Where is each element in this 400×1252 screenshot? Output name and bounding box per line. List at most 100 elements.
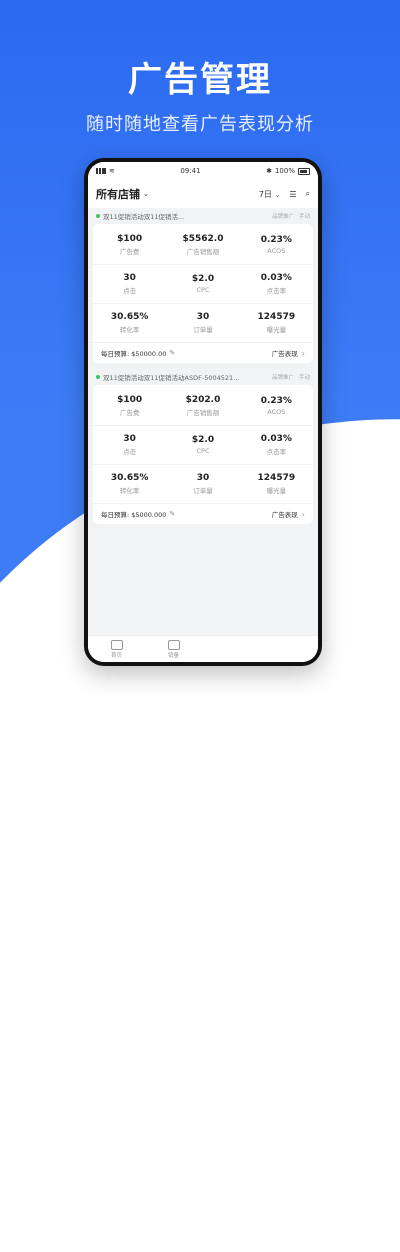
campaign-mode-tag: 手动 xyxy=(298,375,310,381)
metric-label: 广告费 xyxy=(119,248,140,256)
campaign-card[interactable]: $100 广告费 $5562.0 广告销售额 0.23% ACOS 30 点击 $2.0… xyxy=(93,224,313,363)
store-selector[interactable]: 所有店铺 ⌄ xyxy=(96,186,149,202)
metric-label: 点击率 xyxy=(266,287,287,295)
metric-label: 点击 xyxy=(123,287,137,295)
metric-value: $2.0 xyxy=(191,435,215,445)
promo-subtitle: 随时随地查看广告表现分析 xyxy=(86,114,314,135)
metric-label: CPC xyxy=(196,286,210,294)
metric-value: 30 xyxy=(123,273,136,283)
ad-performance-link[interactable]: 广告表现 › xyxy=(271,509,305,520)
metric-cell: $202.0 广告销售额 xyxy=(166,387,240,426)
metric-cell: $100 广告费 xyxy=(93,226,167,265)
tab-label: 首页 xyxy=(110,652,122,659)
status-bar: ≋ 09:41 ✱ 100% xyxy=(88,162,318,180)
campaign-type-tag: 品牌推广 xyxy=(271,214,294,220)
store-label: 所有店铺 xyxy=(96,188,140,201)
campaign-name: 双11促销活动双11促销活动ASDF-5004521... xyxy=(103,374,240,382)
wifi-icon: ≋ xyxy=(109,167,115,175)
metric-cell: 30.65% 转化率 xyxy=(93,465,167,504)
metric-label: 广告费 xyxy=(119,409,140,417)
range-selector[interactable]: 7日 ⌄ xyxy=(259,189,281,200)
search-icon[interactable]: ⌕ xyxy=(306,189,310,199)
metric-label: 广告销售额 xyxy=(186,409,220,417)
metric-cell: 124579 曝光量 xyxy=(239,465,313,504)
metric-label: 订单量 xyxy=(193,326,213,334)
campaign-header[interactable]: 双11促销活动双11促销活... 品牌推广 手动 xyxy=(88,208,318,224)
metric-cell: 30 订单量 xyxy=(166,465,240,504)
metric-label: CPC xyxy=(196,447,210,455)
range-label: 7日 xyxy=(258,189,272,199)
metric-value: $100 xyxy=(117,234,143,244)
bottom-tab-bar: 首页 销量 xyxy=(88,635,318,662)
metric-label: 订单量 xyxy=(193,487,213,495)
metric-label: 广告销售额 xyxy=(186,248,220,256)
sales-icon xyxy=(167,639,180,650)
campaign-name: 双11促销活动双11促销活... xyxy=(103,213,185,221)
phone-frame: ≋ 09:41 ✱ 100% 所有店铺 ⌄ 7日 ⌄ ☰ ⌕ 双11促销活动双1… xyxy=(84,158,322,666)
campaign-type-tag: 品牌推广 xyxy=(271,375,294,381)
metric-value: 30 xyxy=(196,473,210,483)
campaign-card[interactable]: $100 广告费 $202.0 广告销售额 0.23% ACOS 30 点击 $2.0 C… xyxy=(93,385,313,524)
metric-label: 点击 xyxy=(123,448,137,456)
range-chevron-icon: ⌄ xyxy=(274,190,281,199)
metric-label: ACOS xyxy=(267,247,286,255)
metric-value: 0.23% xyxy=(260,235,292,245)
daily-budget: 每日预算: $5000.000 xyxy=(101,511,167,519)
metric-value: 0.03% xyxy=(260,434,292,444)
metric-cell: 0.03% 点击率 xyxy=(239,426,313,465)
edit-budget-icon[interactable]: ✎ xyxy=(169,349,175,357)
tab-home[interactable]: 首页 xyxy=(88,636,145,662)
status-time: 09:41 xyxy=(180,167,201,175)
status-dot xyxy=(96,214,100,218)
campaign-footer: 每日预算: $5000.000 ✎ 广告表现 › xyxy=(93,504,313,524)
metric-value: 124579 xyxy=(257,473,296,483)
phone-screen: ≋ 09:41 ✱ 100% 所有店铺 ⌄ 7日 ⌄ ☰ ⌕ 双11促销活动双1… xyxy=(88,162,318,662)
metric-cell: 30 点击 xyxy=(93,426,167,465)
status-dot xyxy=(96,375,100,379)
sort-icon[interactable]: ☰ xyxy=(289,190,296,199)
metric-cell: 0.23% ACOS xyxy=(239,387,313,426)
battery-percent: 100% xyxy=(274,167,295,175)
metric-value: 30 xyxy=(196,312,210,322)
metric-label: 转化率 xyxy=(119,326,140,334)
metrics-grid: $100 广告费 $5562.0 广告销售额 0.23% ACOS 30 点击 $2.0… xyxy=(93,226,313,343)
chevron-down-icon: ⌄ xyxy=(143,190,149,198)
daily-budget: 每日预算: $50000.00 xyxy=(101,350,167,358)
metric-cell: 0.23% ACOS xyxy=(239,226,313,265)
metric-value: 0.23% xyxy=(260,396,292,406)
metric-cell: $2.0 CPC xyxy=(166,426,240,465)
metric-value: 124579 xyxy=(257,312,296,322)
ad-performance-link[interactable]: 广告表现 › xyxy=(271,348,305,359)
edit-budget-icon[interactable]: ✎ xyxy=(169,510,175,518)
metric-cell: $2.0 CPC xyxy=(166,265,240,304)
metric-label: 点击率 xyxy=(266,448,287,456)
tab-sales[interactable]: 销量 xyxy=(145,636,202,662)
metric-value: $5562.0 xyxy=(182,234,224,244)
metric-cell: 0.03% 点击率 xyxy=(239,265,313,304)
promo-title: 广告管理 xyxy=(128,60,272,100)
metric-label: 曝光量 xyxy=(266,326,287,334)
metric-value: $100 xyxy=(117,395,143,405)
metrics-grid: $100 广告费 $202.0 广告销售额 0.23% ACOS 30 点击 $2.0 C… xyxy=(93,387,313,504)
home-icon xyxy=(110,639,123,650)
metric-value: 30 xyxy=(123,434,136,444)
tab-label: 销量 xyxy=(167,652,179,659)
metric-cell: 124579 曝光量 xyxy=(239,304,313,343)
metric-value: 0.03% xyxy=(260,273,292,283)
metric-label: ACOS xyxy=(267,408,286,416)
metric-cell: 30.65% 转化率 xyxy=(93,304,167,343)
campaign-footer: 每日预算: $50000.00 ✎ 广告表现 › xyxy=(93,343,313,363)
app-header: 所有店铺 ⌄ 7日 ⌄ ☰ ⌕ xyxy=(88,180,318,208)
metric-value: 30.65% xyxy=(110,312,149,322)
chevron-right-icon: › xyxy=(301,509,305,519)
bluetooth-icon: ✱ xyxy=(266,167,272,175)
metric-cell: $100 广告费 xyxy=(93,387,167,426)
campaign-header[interactable]: 双11促销活动双11促销活动ASDF-5004521... 品牌推广 手动 xyxy=(88,369,318,385)
metric-cell: 30 点击 xyxy=(93,265,167,304)
signal-icon xyxy=(96,168,106,174)
metric-value: 30.65% xyxy=(110,473,149,483)
metric-label: 曝光量 xyxy=(266,487,287,495)
campaign-mode-tag: 手动 xyxy=(298,214,310,220)
ad-performance-label: 广告表现 xyxy=(271,350,298,358)
ad-performance-label: 广告表现 xyxy=(271,511,298,519)
